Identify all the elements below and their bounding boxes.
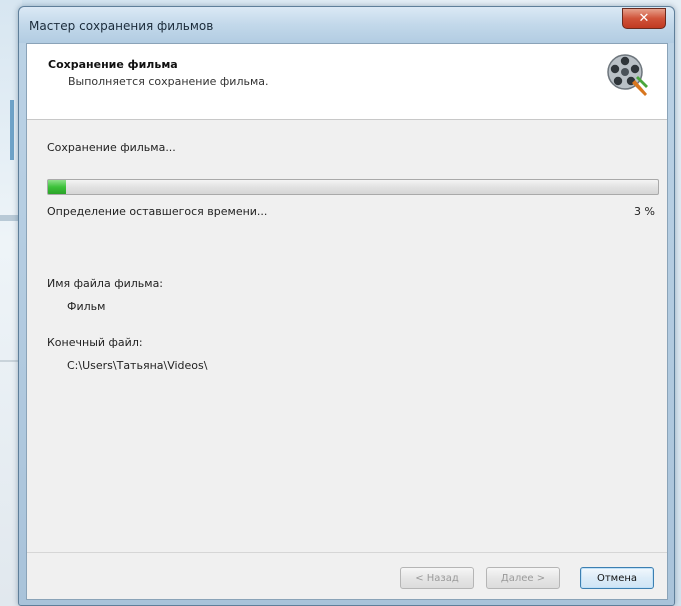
progress-bar xyxy=(47,179,659,195)
footer-divider xyxy=(27,552,667,553)
header-title: Сохранение фильма xyxy=(48,58,178,71)
progress-percent: 3 % xyxy=(634,205,655,218)
film-reel-icon xyxy=(607,54,648,96)
target-file-value: C:\Users\Татьяна\Videos\ xyxy=(67,359,208,372)
save-movie-wizard-window: Мастер сохранения фильмов ✕ Сохранение ф… xyxy=(18,6,675,606)
wizard-header: Сохранение фильма Выполняется сохранение… xyxy=(27,44,667,120)
wizard-body: Сохранение фильма Выполняется сохранение… xyxy=(26,43,668,600)
close-button[interactable]: ✕ xyxy=(622,8,666,29)
progress-status: Сохранение фильма... xyxy=(47,141,176,154)
next-button[interactable]: Далее > xyxy=(486,567,560,589)
header-subtitle: Выполняется сохранение фильма. xyxy=(68,75,269,88)
target-file-label: Конечный файл: xyxy=(47,336,143,349)
window-title: Мастер сохранения фильмов xyxy=(29,19,214,33)
progress-bar-fill xyxy=(48,180,67,194)
time-remaining-text: Определение оставшегося времени... xyxy=(47,205,268,218)
background-stripe xyxy=(10,100,14,160)
filename-value: Фильм xyxy=(67,300,106,313)
filename-label: Имя файла фильма: xyxy=(47,277,164,290)
close-icon: ✕ xyxy=(638,11,650,26)
cancel-button[interactable]: Отмена xyxy=(580,567,654,589)
title-bar[interactable]: Мастер сохранения фильмов ✕ xyxy=(19,7,674,43)
back-button[interactable]: < Назад xyxy=(400,567,474,589)
